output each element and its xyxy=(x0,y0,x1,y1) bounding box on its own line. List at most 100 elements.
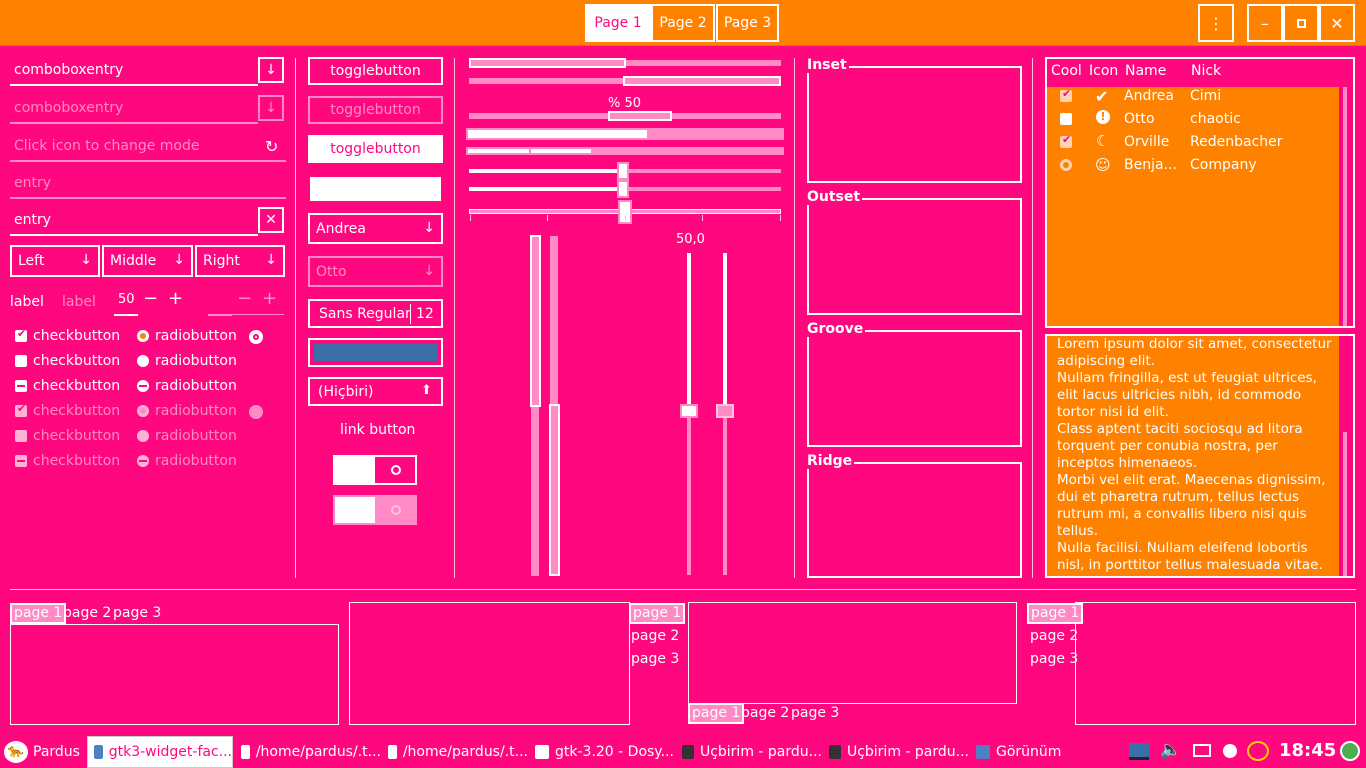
taskbar-item[interactable]: Görünüm xyxy=(970,736,1115,768)
checkbutton-label: checkbutton xyxy=(33,328,121,344)
file-label: (Hiçbiri) xyxy=(318,384,374,400)
mode-entry[interactable]: Click icon to change mode xyxy=(10,132,286,162)
text-view-line: Nullam fringilla, est ut feugiat ultrice… xyxy=(1057,370,1317,386)
font-size: 12 xyxy=(416,306,434,322)
vscale-1-handle[interactable] xyxy=(680,404,698,418)
notebook-top-tab-2[interactable]: page 2 xyxy=(63,605,111,621)
notebook-bottom xyxy=(688,602,1017,704)
sync-icon[interactable] xyxy=(1247,741,1269,761)
tree-row-checkbox[interactable]: ✔ xyxy=(1060,87,1072,102)
notebook-right-tab-3[interactable]: page 3 xyxy=(631,651,679,667)
switch-slider xyxy=(335,497,375,523)
notebook-bottom-tab-3[interactable]: page 3 xyxy=(791,705,839,721)
notebook-bottom-tab-2[interactable]: page 2 xyxy=(741,705,789,721)
comboboxentry-1[interactable]: comboboxentry xyxy=(10,56,258,86)
color-button[interactable] xyxy=(308,338,443,367)
switch-on[interactable] xyxy=(333,455,417,485)
combo-left[interactable]: Left ↓ xyxy=(10,245,100,277)
taskbar-item[interactable]: gtk-3.20 - Dosy... xyxy=(529,736,675,768)
taskbar-item[interactable]: Uçbirim - pardu... xyxy=(823,736,969,768)
minus-icon[interactable]: − xyxy=(143,288,158,309)
tab-page-3[interactable]: Page 3 xyxy=(716,4,779,42)
file-chooser-button[interactable]: (Hiçbiri) ⬆ xyxy=(308,377,443,406)
radio-mixed[interactable] xyxy=(137,380,149,392)
text-view-scrollbar[interactable] xyxy=(1339,336,1353,576)
notebook-bottom-tab-1[interactable]: page 1 xyxy=(688,703,745,724)
tree-row-radio[interactable] xyxy=(1060,159,1072,171)
notebook-right xyxy=(349,602,630,725)
text-view-line: Morbi vel elit erat. Maecenas dignissim, xyxy=(1057,472,1326,488)
kebab-menu-icon[interactable]: ⋮ xyxy=(1198,4,1234,42)
update-icon[interactable] xyxy=(1223,744,1237,758)
notebook-top-tab-3[interactable]: page 3 xyxy=(113,605,161,621)
close-icon[interactable]: ✕ xyxy=(1319,4,1355,42)
togglebutton-1[interactable]: togglebutton xyxy=(308,57,443,85)
entry-with-clear[interactable]: entry xyxy=(10,206,258,236)
togglebutton-3[interactable]: togglebutton xyxy=(308,135,443,163)
combo-andrea[interactable]: Andrea ↓ xyxy=(308,213,443,244)
tree-row-nick: Company xyxy=(1190,157,1257,173)
text-view[interactable]: Lorem ipsum dolor sit amet, consectetur a… xyxy=(1045,334,1355,578)
radiobutton-label: radiobutton xyxy=(155,453,237,469)
warning-icon: ! xyxy=(1096,110,1110,124)
taskbar-item[interactable]: /home/pardus/.t... xyxy=(235,736,381,768)
chevron-down-icon[interactable]: ↓ xyxy=(258,57,284,83)
hscale-2-handle[interactable] xyxy=(617,180,629,198)
terminal-icon xyxy=(682,745,694,759)
clear-icon[interactable]: ✕ xyxy=(258,207,284,233)
notebook-left-tab-1[interactable]: page 1 xyxy=(1027,603,1084,624)
tab-page-2[interactable]: Page 2 xyxy=(651,4,715,42)
logout-icon[interactable] xyxy=(1340,741,1360,761)
start-button[interactable]: 🐆 Pardus xyxy=(0,736,86,768)
radio-indicator[interactable] xyxy=(249,330,263,344)
taskbar-item[interactable]: gtk3-widget-fac... xyxy=(87,736,233,768)
scale-mark xyxy=(780,215,781,221)
taskbar-item-label: gtk3-widget-fac... xyxy=(108,744,232,760)
tree-header-nick[interactable]: Nick xyxy=(1191,63,1221,79)
notebook-left-tab-3[interactable]: page 3 xyxy=(1030,651,1078,667)
tree-header-icon[interactable]: Icon xyxy=(1089,63,1118,79)
refresh-icon[interactable]: ↻ xyxy=(265,137,278,156)
tree-row-checkbox[interactable]: ✔ xyxy=(1060,133,1072,148)
link-button[interactable]: link button xyxy=(340,422,415,438)
text-view-line: Class aptent taciti sociosqu ad litora xyxy=(1057,421,1303,437)
minimize-icon[interactable]: – xyxy=(1247,4,1283,42)
notebook-left-tab-2[interactable]: page 2 xyxy=(1030,628,1078,644)
taskbar-item[interactable]: Uçbirim - pardu... xyxy=(676,736,822,768)
radio-selected[interactable] xyxy=(137,330,149,342)
notebook-right-tab-1[interactable]: page 1 xyxy=(629,603,686,624)
chevron-down-icon: ↓ xyxy=(173,252,185,268)
chevron-down-icon: ↓ xyxy=(423,263,435,279)
tree-row-nick: Redenbacher xyxy=(1190,134,1283,150)
hscale-1-handle[interactable] xyxy=(617,162,629,180)
blank-button[interactable] xyxy=(310,177,441,201)
tree-row-name: Otto xyxy=(1124,111,1155,127)
checkbox-mixed[interactable] xyxy=(15,380,27,392)
font-button[interactable]: Sans Regular 12 xyxy=(308,299,443,328)
pardus-logo-icon: 🐆 xyxy=(4,741,28,763)
spin-underline xyxy=(114,314,138,316)
combo-left-label: Left xyxy=(18,253,45,269)
spin-value[interactable]: 50 xyxy=(118,292,135,307)
plus-icon[interactable]: + xyxy=(168,288,183,309)
entry-field[interactable]: entry xyxy=(10,169,286,199)
tab-page-1[interactable]: Page 1 xyxy=(585,4,651,42)
tree-row-checkbox[interactable] xyxy=(1060,113,1072,125)
level-bar-discrete xyxy=(466,147,784,155)
maximize-icon[interactable] xyxy=(1283,4,1319,42)
radio-unselected[interactable] xyxy=(137,355,149,367)
checkbox-checked[interactable]: ✔ xyxy=(15,327,27,342)
network-icon[interactable] xyxy=(1193,744,1211,757)
tree-header-name[interactable]: Name xyxy=(1125,63,1166,79)
taskbar-item[interactable]: /home/pardus/.t... xyxy=(382,736,528,768)
tree-scrollbar[interactable] xyxy=(1339,87,1353,326)
tree-header-cool[interactable]: Cool xyxy=(1051,63,1082,79)
notebook-top-tab-1[interactable]: page 1 xyxy=(10,603,67,624)
desktop-icon[interactable] xyxy=(1129,743,1149,760)
notebook-right-tab-2[interactable]: page 2 xyxy=(631,628,679,644)
checkbox-unchecked[interactable] xyxy=(15,355,27,367)
combo-right[interactable]: Right ↓ xyxy=(195,245,285,277)
volume-icon[interactable]: 🔈 xyxy=(1160,740,1181,760)
combo-middle[interactable]: Middle ↓ xyxy=(102,245,193,277)
chevron-down-icon: ↓ xyxy=(258,95,284,121)
